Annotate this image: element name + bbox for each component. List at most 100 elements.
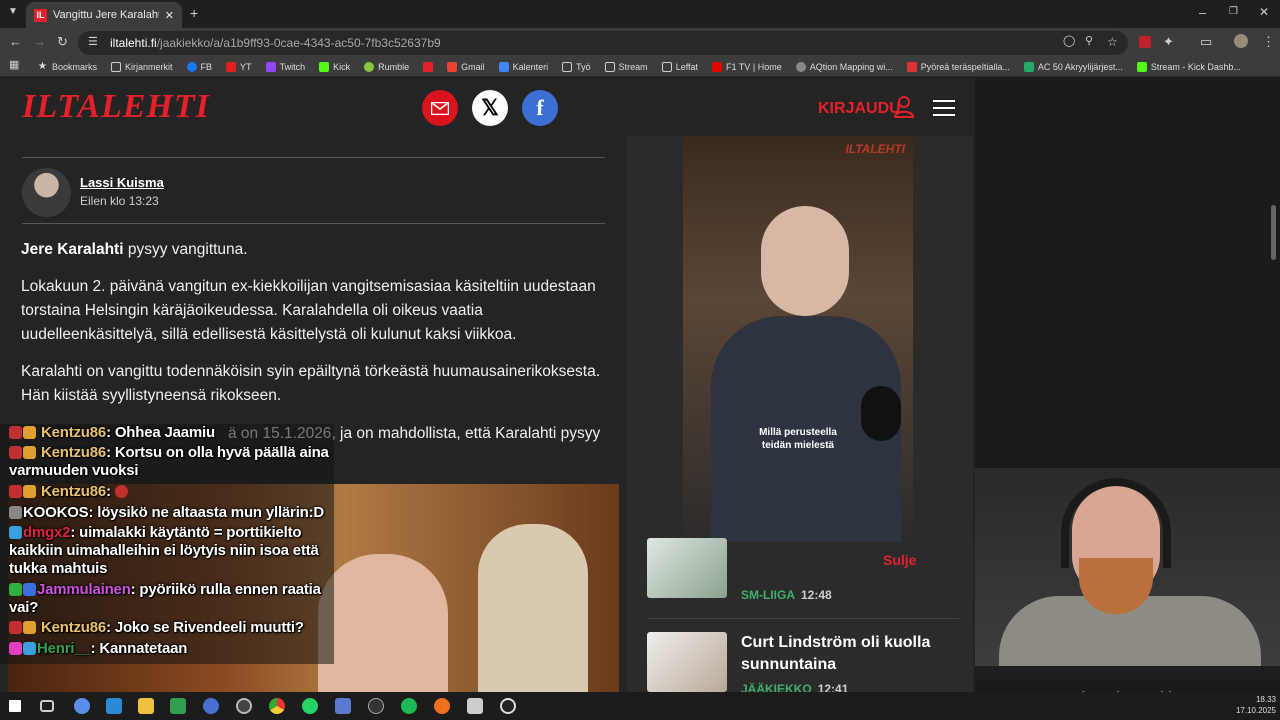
- address-bar[interactable]: ☰ iltalehti.fi/jaakiekko/a/a1b9ff93-0cae…: [78, 31, 1128, 55]
- bookmark-item[interactable]: FB: [186, 61, 212, 72]
- bookmark-item[interactable]: Leffat: [661, 61, 698, 72]
- bookmark-item[interactable]: [423, 61, 434, 72]
- system-clock[interactable]: 18.33 17.10.2025: [1230, 694, 1276, 716]
- bookmark-item[interactable]: AC 50 Akryylijärjest...: [1023, 61, 1123, 72]
- bookmark-item[interactable]: Kirjanmerkit: [111, 61, 173, 72]
- chat-message: Henri__: Kannatetaan: [9, 640, 334, 658]
- file-explorer-icon[interactable]: [138, 698, 154, 714]
- twitch-icon: [265, 61, 276, 72]
- folder-icon: [111, 61, 122, 72]
- bookmark-item[interactable]: Gmail: [447, 61, 485, 72]
- forward-icon[interactable]: →: [33, 35, 46, 48]
- bookmark-item[interactable]: Stream: [604, 61, 648, 72]
- video-player[interactable]: ILTALEHTI Millä perusteella teidän miele…: [683, 136, 913, 542]
- taskbar-app-icon[interactable]: [236, 698, 252, 714]
- whatsapp-icon[interactable]: [302, 698, 318, 714]
- new-tab-icon[interactable]: +: [190, 6, 198, 20]
- task-view-icon[interactable]: [40, 700, 54, 712]
- bookmark-item[interactable]: Stream - Kick Dashb...: [1136, 61, 1241, 72]
- news-thumbnail: [647, 538, 727, 598]
- badge-icon: [9, 446, 22, 459]
- star-icon: ★: [38, 60, 47, 72]
- taskbar-app-icon[interactable]: [170, 698, 186, 714]
- bookmark-item[interactable]: Kick: [319, 61, 350, 72]
- chrome-icon[interactable]: [269, 698, 285, 714]
- site-info-icon[interactable]: ☰: [88, 37, 98, 48]
- extensions-icon[interactable]: ✦: [1163, 35, 1174, 48]
- close-window-icon[interactable]: ✕: [1259, 6, 1269, 18]
- rumble-icon: [364, 61, 375, 72]
- bookmark-item[interactable]: F1 TV | Home: [712, 61, 782, 72]
- news-item[interactable]: SM-LIIGA 12:48: [647, 538, 959, 602]
- tab-list-icon[interactable]: ▼: [8, 7, 18, 17]
- f1-icon: [712, 61, 723, 72]
- close-tab-icon[interactable]: ✕: [165, 9, 174, 22]
- login-link[interactable]: KIRJAUDU: [818, 100, 901, 118]
- hamburger-menu-icon[interactable]: [933, 100, 955, 116]
- taskbar-app-icon[interactable]: [203, 698, 219, 714]
- apps-icon[interactable]: ▦: [9, 60, 19, 71]
- chat-message: Kentzu86: Joko se Rivendeeli muutti?: [9, 619, 334, 637]
- site-logo[interactable]: ILTALEHTI: [22, 88, 210, 126]
- folder-icon: [604, 61, 615, 72]
- taskbar-app-icon[interactable]: [74, 698, 90, 714]
- minimize-icon[interactable]: –: [1199, 6, 1206, 19]
- more-menu-icon[interactable]: ⋮: [1262, 35, 1275, 48]
- back-icon[interactable]: ←: [9, 35, 22, 48]
- bookmark-item[interactable]: Kalenteri: [498, 61, 548, 72]
- browser-tab[interactable]: IL Vangittu Jere Karalahti vetosi ra ✕: [26, 2, 182, 28]
- eye-off-icon[interactable]: ◯: [1063, 36, 1075, 47]
- reload-icon[interactable]: ↻: [57, 35, 68, 48]
- news-item[interactable]: Curt Lindström oli kuolla sunnuntaina JÄ…: [647, 632, 959, 696]
- firefox-icon[interactable]: [434, 698, 450, 714]
- bookmark-item[interactable]: AQtion Mapping wi...: [795, 61, 893, 72]
- bookmark-item[interactable]: Pyöreä teräspeltialla...: [906, 61, 1010, 72]
- x-share-icon[interactable]: 𝕏: [472, 90, 508, 126]
- spotify-icon[interactable]: [401, 698, 417, 714]
- stream-chat: Kentzu86: Ohhea Jaamiu Kentzu86: Kortsu …: [0, 424, 334, 669]
- chat-message: Kentzu86: Kortsu on olla hyvä päällä ain…: [9, 444, 329, 479]
- badge-icon: [9, 526, 22, 539]
- email-share-icon[interactable]: [422, 90, 458, 126]
- bookmark-item[interactable]: Rumble: [364, 61, 409, 72]
- obs-icon[interactable]: [500, 698, 516, 714]
- taskbar-app-icon[interactable]: [368, 698, 384, 714]
- video-caption: Millä perusteella teidän mielestä: [759, 427, 837, 451]
- kick-icon: [1136, 61, 1147, 72]
- article-lead: Jere Karalahti pysyy vangittuna.: [21, 241, 248, 258]
- restore-icon[interactable]: ❐: [1229, 7, 1238, 17]
- badge-icon: [23, 446, 36, 459]
- emote-icon: [114, 485, 128, 498]
- user-icon[interactable]: [894, 96, 914, 118]
- author-name[interactable]: Lassi Kuisma: [80, 175, 164, 190]
- facebook-share-icon[interactable]: f: [522, 90, 558, 126]
- profile-avatar[interactable]: [1234, 34, 1248, 48]
- folder-icon: [661, 61, 672, 72]
- badge-icon: [23, 426, 36, 439]
- bookmark-item[interactable]: ★ Bookmarks: [38, 60, 97, 72]
- aqtion-icon: [795, 61, 806, 72]
- windows-start-icon[interactable]: [9, 700, 21, 712]
- cast-icon[interactable]: ▭: [1200, 35, 1212, 48]
- taskbar-app-icon[interactable]: [467, 698, 483, 714]
- calendar-icon: [498, 61, 509, 72]
- chat-message: Jammulainen: pyöriikö rulla ennen raatia…: [9, 581, 321, 616]
- taskbar-app-icon[interactable]: [106, 698, 122, 714]
- video-person: [761, 206, 849, 316]
- author-avatar[interactable]: [22, 168, 71, 217]
- badge-icon: [23, 642, 36, 655]
- bookmark-item[interactable]: Työ: [562, 61, 591, 72]
- bookmark-star-icon[interactable]: ☆: [1107, 36, 1118, 48]
- photo-person: [318, 554, 448, 692]
- page-scrollbar[interactable]: [1271, 205, 1276, 260]
- badge-icon: [9, 621, 22, 634]
- article-paragraph: Karalahti on vangittu todennäköisin syin…: [21, 363, 601, 404]
- webcam-feed: [975, 468, 1280, 666]
- headset-icon: [1061, 478, 1171, 568]
- bookmark-item[interactable]: Twitch: [265, 61, 305, 72]
- taskbar-app-icon[interactable]: [335, 698, 351, 714]
- zoom-icon[interactable]: ⚲: [1085, 36, 1093, 47]
- news-title[interactable]: Curt Lindström oli kuolla sunnuntaina: [741, 632, 956, 676]
- bookmark-item[interactable]: YT: [226, 61, 252, 72]
- extension-badge-icon[interactable]: [1139, 36, 1151, 48]
